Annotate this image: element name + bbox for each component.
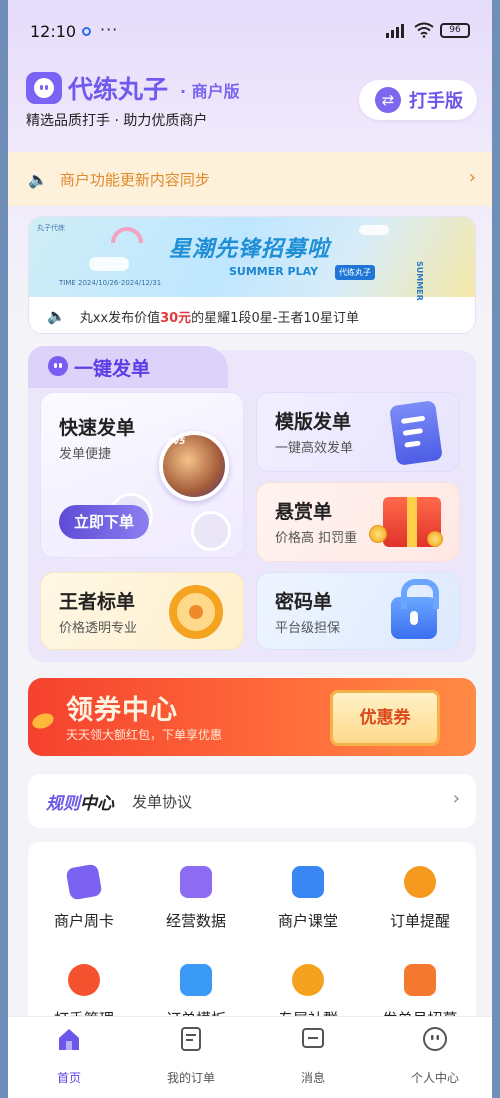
orders-icon xyxy=(181,1027,201,1051)
document-icon xyxy=(389,400,443,466)
rainbow-icon xyxy=(111,227,143,243)
status-time: 12:10 xyxy=(30,22,77,41)
tool-label: 商户周卡 xyxy=(53,912,114,930)
bounty-order-card[interactable]: 悬赏单 价格高 扣罚重 xyxy=(256,482,460,562)
profile-icon xyxy=(423,1027,447,1051)
tool-label: 经营数据 xyxy=(165,912,226,930)
fast-order-sub: 发单便捷 xyxy=(59,447,112,462)
marquee-text: 丸xx发布价值30元的星耀1段0星-王者10星订单 xyxy=(79,310,359,326)
king-standard-card[interactable]: 王者标单 价格透明专业 xyxy=(40,572,244,650)
template-order-sub: 一键高效发单 xyxy=(275,441,354,456)
template-icon xyxy=(180,964,212,996)
banner-tag: 代练丸子 xyxy=(335,265,375,280)
tool-merchant-class[interactable]: 商户课堂 xyxy=(252,866,364,931)
tool-label: 订单提醒 xyxy=(389,912,450,930)
coin-icon xyxy=(30,710,56,732)
mascot-icon xyxy=(48,356,68,376)
rules-center-row[interactable]: 规则中心 发单协议 › xyxy=(28,774,476,828)
switch-role-button[interactable]: ⇄ 打手版 xyxy=(359,80,477,120)
group-icon xyxy=(292,964,324,996)
notification-dot-icon xyxy=(82,27,91,36)
home-icon xyxy=(59,1029,79,1050)
coin-icon xyxy=(427,531,443,547)
tool-business-data[interactable]: 经营数据 xyxy=(140,866,252,931)
notice-text: 商户功能更新内容同步 xyxy=(59,170,210,189)
banner-title: 星潮先锋招募啦 xyxy=(169,237,331,262)
password-order-card[interactable]: 密码单 平台级担保 xyxy=(256,572,460,650)
password-order-sub: 平台级担保 xyxy=(275,621,341,636)
chart-icon xyxy=(180,866,212,898)
order-marquee: 🔈 丸xx发布价值30元的星耀1段0星-王者10星订单 xyxy=(29,297,475,333)
game-avatar-small xyxy=(191,511,231,551)
order-now-button[interactable]: 立即下单 xyxy=(59,505,149,539)
order-agreement-link[interactable]: 发单协议 xyxy=(132,791,192,812)
ticket-icon xyxy=(65,863,103,901)
nav-label: 首页 xyxy=(56,1071,81,1085)
nav-home[interactable]: 首页 xyxy=(24,1025,114,1086)
lock-icon xyxy=(391,579,439,639)
template-order-title: 模版发单 xyxy=(275,411,352,433)
speaker-icon: 🔈 xyxy=(47,307,66,325)
hero-avatar-icon: 5v5 xyxy=(159,431,229,501)
app-slogan: 精选品质打手 · 助力优质商户 xyxy=(26,113,208,129)
clock-icon xyxy=(404,866,436,898)
template-order-card[interactable]: 模版发单 一键高效发单 xyxy=(256,392,460,472)
coin-icon xyxy=(369,525,387,543)
banner-image: 丸子代练 星潮先锋招募啦 SUMMER PLAY 代练丸子 TIME 2024/… xyxy=(29,217,475,301)
tool-weekly-card[interactable]: 商户周卡 xyxy=(28,863,140,931)
coupon-title: 领券中心 xyxy=(66,695,178,726)
king-standard-sub: 价格透明专业 xyxy=(59,621,138,636)
nav-label: 消息 xyxy=(300,1071,325,1085)
speaker-icon: 🔈 xyxy=(28,169,48,189)
nav-profile[interactable]: 个人中心 xyxy=(390,1025,480,1086)
tool-order-reminder[interactable]: 订单提醒 xyxy=(364,866,476,931)
quick-order-panel: 一键发单 快速发单 发单便捷 5v5 立即下单 模版发单 一键高效发单 悬赏单 … xyxy=(28,346,476,662)
promo-banner[interactable]: 丸子代练 星潮先锋招募啦 SUMMER PLAY 代练丸子 TIME 2024/… xyxy=(28,216,476,334)
bounty-order-sub: 价格高 扣罚重 xyxy=(275,531,358,546)
nav-label: 个人中心 xyxy=(410,1071,459,1085)
app-screen: 12:10 ··· 96 代练丸子 · 商户版 精选品质打手 · 助力优质商户 … xyxy=(8,0,492,1098)
coupon-ticket: 优惠券 xyxy=(330,690,440,746)
signal-icon xyxy=(386,22,408,38)
switch-arrows-icon: ⇄ xyxy=(375,87,401,113)
notice-bar[interactable]: 🔈 商户功能更新内容同步 › xyxy=(8,152,492,206)
king-standard-title: 王者标单 xyxy=(59,591,136,613)
recruit-icon xyxy=(404,964,436,996)
rules-center-title: 规则中心 xyxy=(46,793,114,814)
message-icon xyxy=(302,1028,324,1048)
password-order-title: 密码单 xyxy=(275,591,333,613)
quick-order-tab: 一键发单 xyxy=(28,346,228,388)
book-icon xyxy=(292,866,324,898)
app-edition-badge: · 商户版 xyxy=(180,82,240,101)
status-indicators: 96 xyxy=(386,22,470,38)
app-logo-icon xyxy=(26,72,62,104)
coupon-center-banner[interactable]: 领券中心 天天领大额红包，下单享优惠 优惠券 xyxy=(28,678,476,756)
banner-time: TIME 2024/10/26-2024/12/31 xyxy=(59,279,162,287)
banner-side-text: SUMMER xyxy=(415,261,424,301)
coupon-subtitle: 天天领大额红包，下单享优惠 xyxy=(66,728,223,742)
nav-my-orders[interactable]: 我的订单 xyxy=(146,1025,236,1086)
tool-label: 商户课堂 xyxy=(277,912,338,930)
status-bar: 12:10 ··· 96 xyxy=(8,0,492,64)
bounty-order-title: 悬赏单 xyxy=(275,501,333,523)
wifi-icon xyxy=(414,22,434,38)
target-icon xyxy=(169,585,223,639)
bottom-nav: 首页 我的订单 消息 个人中心 xyxy=(8,1016,492,1098)
banner-brand: 丸子代练 xyxy=(37,224,65,232)
chevron-right-icon: › xyxy=(468,167,476,188)
chevron-right-icon: › xyxy=(452,788,460,809)
nav-label: 我的订单 xyxy=(166,1071,215,1085)
battery-icon: 96 xyxy=(440,22,470,38)
nav-messages[interactable]: 消息 xyxy=(268,1025,358,1086)
banner-subtitle: SUMMER PLAY xyxy=(229,265,319,278)
fast-order-card[interactable]: 快速发单 发单便捷 5v5 立即下单 xyxy=(40,392,244,558)
switch-role-label: 打手版 xyxy=(409,91,463,112)
app-title: 代练丸子 xyxy=(68,75,169,104)
quick-order-title: 一键发单 xyxy=(74,358,151,380)
user-manage-icon xyxy=(68,964,100,996)
status-more: ··· xyxy=(100,20,119,39)
fast-order-title: 快速发单 xyxy=(59,417,136,439)
